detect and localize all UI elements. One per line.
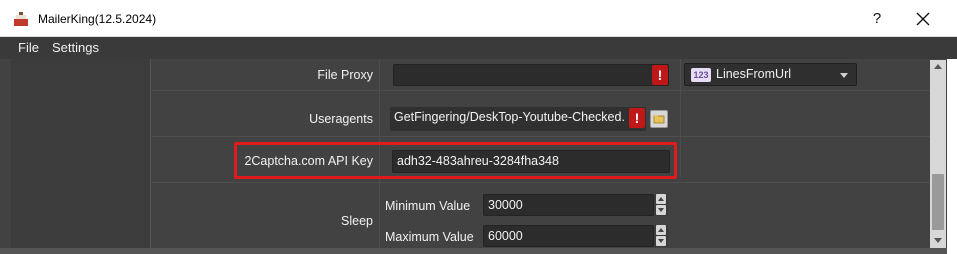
vertical-scrollbar[interactable]	[930, 60, 946, 248]
divider	[680, 59, 681, 177]
help-button[interactable]: ?	[862, 6, 892, 32]
file-proxy-input[interactable]	[393, 64, 669, 86]
scroll-down-icon[interactable]	[930, 234, 946, 248]
stepper-up-icon[interactable]	[656, 194, 666, 204]
stepper-up-icon[interactable]	[656, 225, 666, 235]
chevron-down-icon	[840, 73, 848, 78]
useragents-warning-icon: !	[629, 108, 645, 128]
proxy-source-selected: LinesFromUrl	[716, 67, 792, 81]
file-proxy-warning-icon: !	[652, 65, 668, 85]
menu-bar: File Settings	[0, 37, 957, 59]
useragents-input[interactable]: GetFingering/DeskTop-Youtube-Checked.	[390, 107, 646, 131]
window-titlebar: MailerKing(12.5.2024) ?	[0, 0, 957, 37]
scroll-thumb[interactable]	[932, 174, 944, 230]
divider	[152, 136, 930, 137]
proxy-source-dropdown[interactable]: 123 LinesFromUrl	[684, 63, 857, 86]
divider	[152, 90, 930, 91]
left-pane	[11, 59, 151, 249]
close-icon	[916, 12, 930, 26]
divider	[152, 182, 930, 183]
number-list-icon: 123	[691, 68, 711, 82]
sleep-min-stepper[interactable]	[654, 194, 668, 216]
sleep-max-input[interactable]: 60000	[483, 225, 654, 247]
stepper-down-icon[interactable]	[656, 236, 666, 246]
sleep-max-stepper[interactable]	[654, 225, 668, 247]
stepper-down-icon[interactable]	[656, 205, 666, 215]
menu-settings[interactable]: Settings	[52, 40, 99, 55]
sleep-max-label: Maximum Value	[385, 230, 474, 244]
sleep-min-label: Minimum Value	[385, 199, 471, 213]
browse-file-button[interactable]	[650, 110, 668, 128]
sleep-label: Sleep	[341, 214, 373, 228]
bottom-border	[0, 248, 947, 254]
app-logo-icon	[14, 12, 28, 26]
file-proxy-label: File Proxy	[317, 68, 373, 82]
close-button[interactable]	[906, 6, 940, 32]
useragents-label: Useragents	[309, 112, 373, 126]
highlight-annotation	[234, 142, 677, 179]
folder-icon	[653, 115, 665, 124]
menu-file[interactable]: File	[18, 40, 39, 55]
scroll-up-icon[interactable]	[930, 60, 946, 74]
sleep-min-input[interactable]: 30000	[483, 194, 654, 216]
window-title: MailerKing(12.5.2024)	[38, 12, 157, 26]
